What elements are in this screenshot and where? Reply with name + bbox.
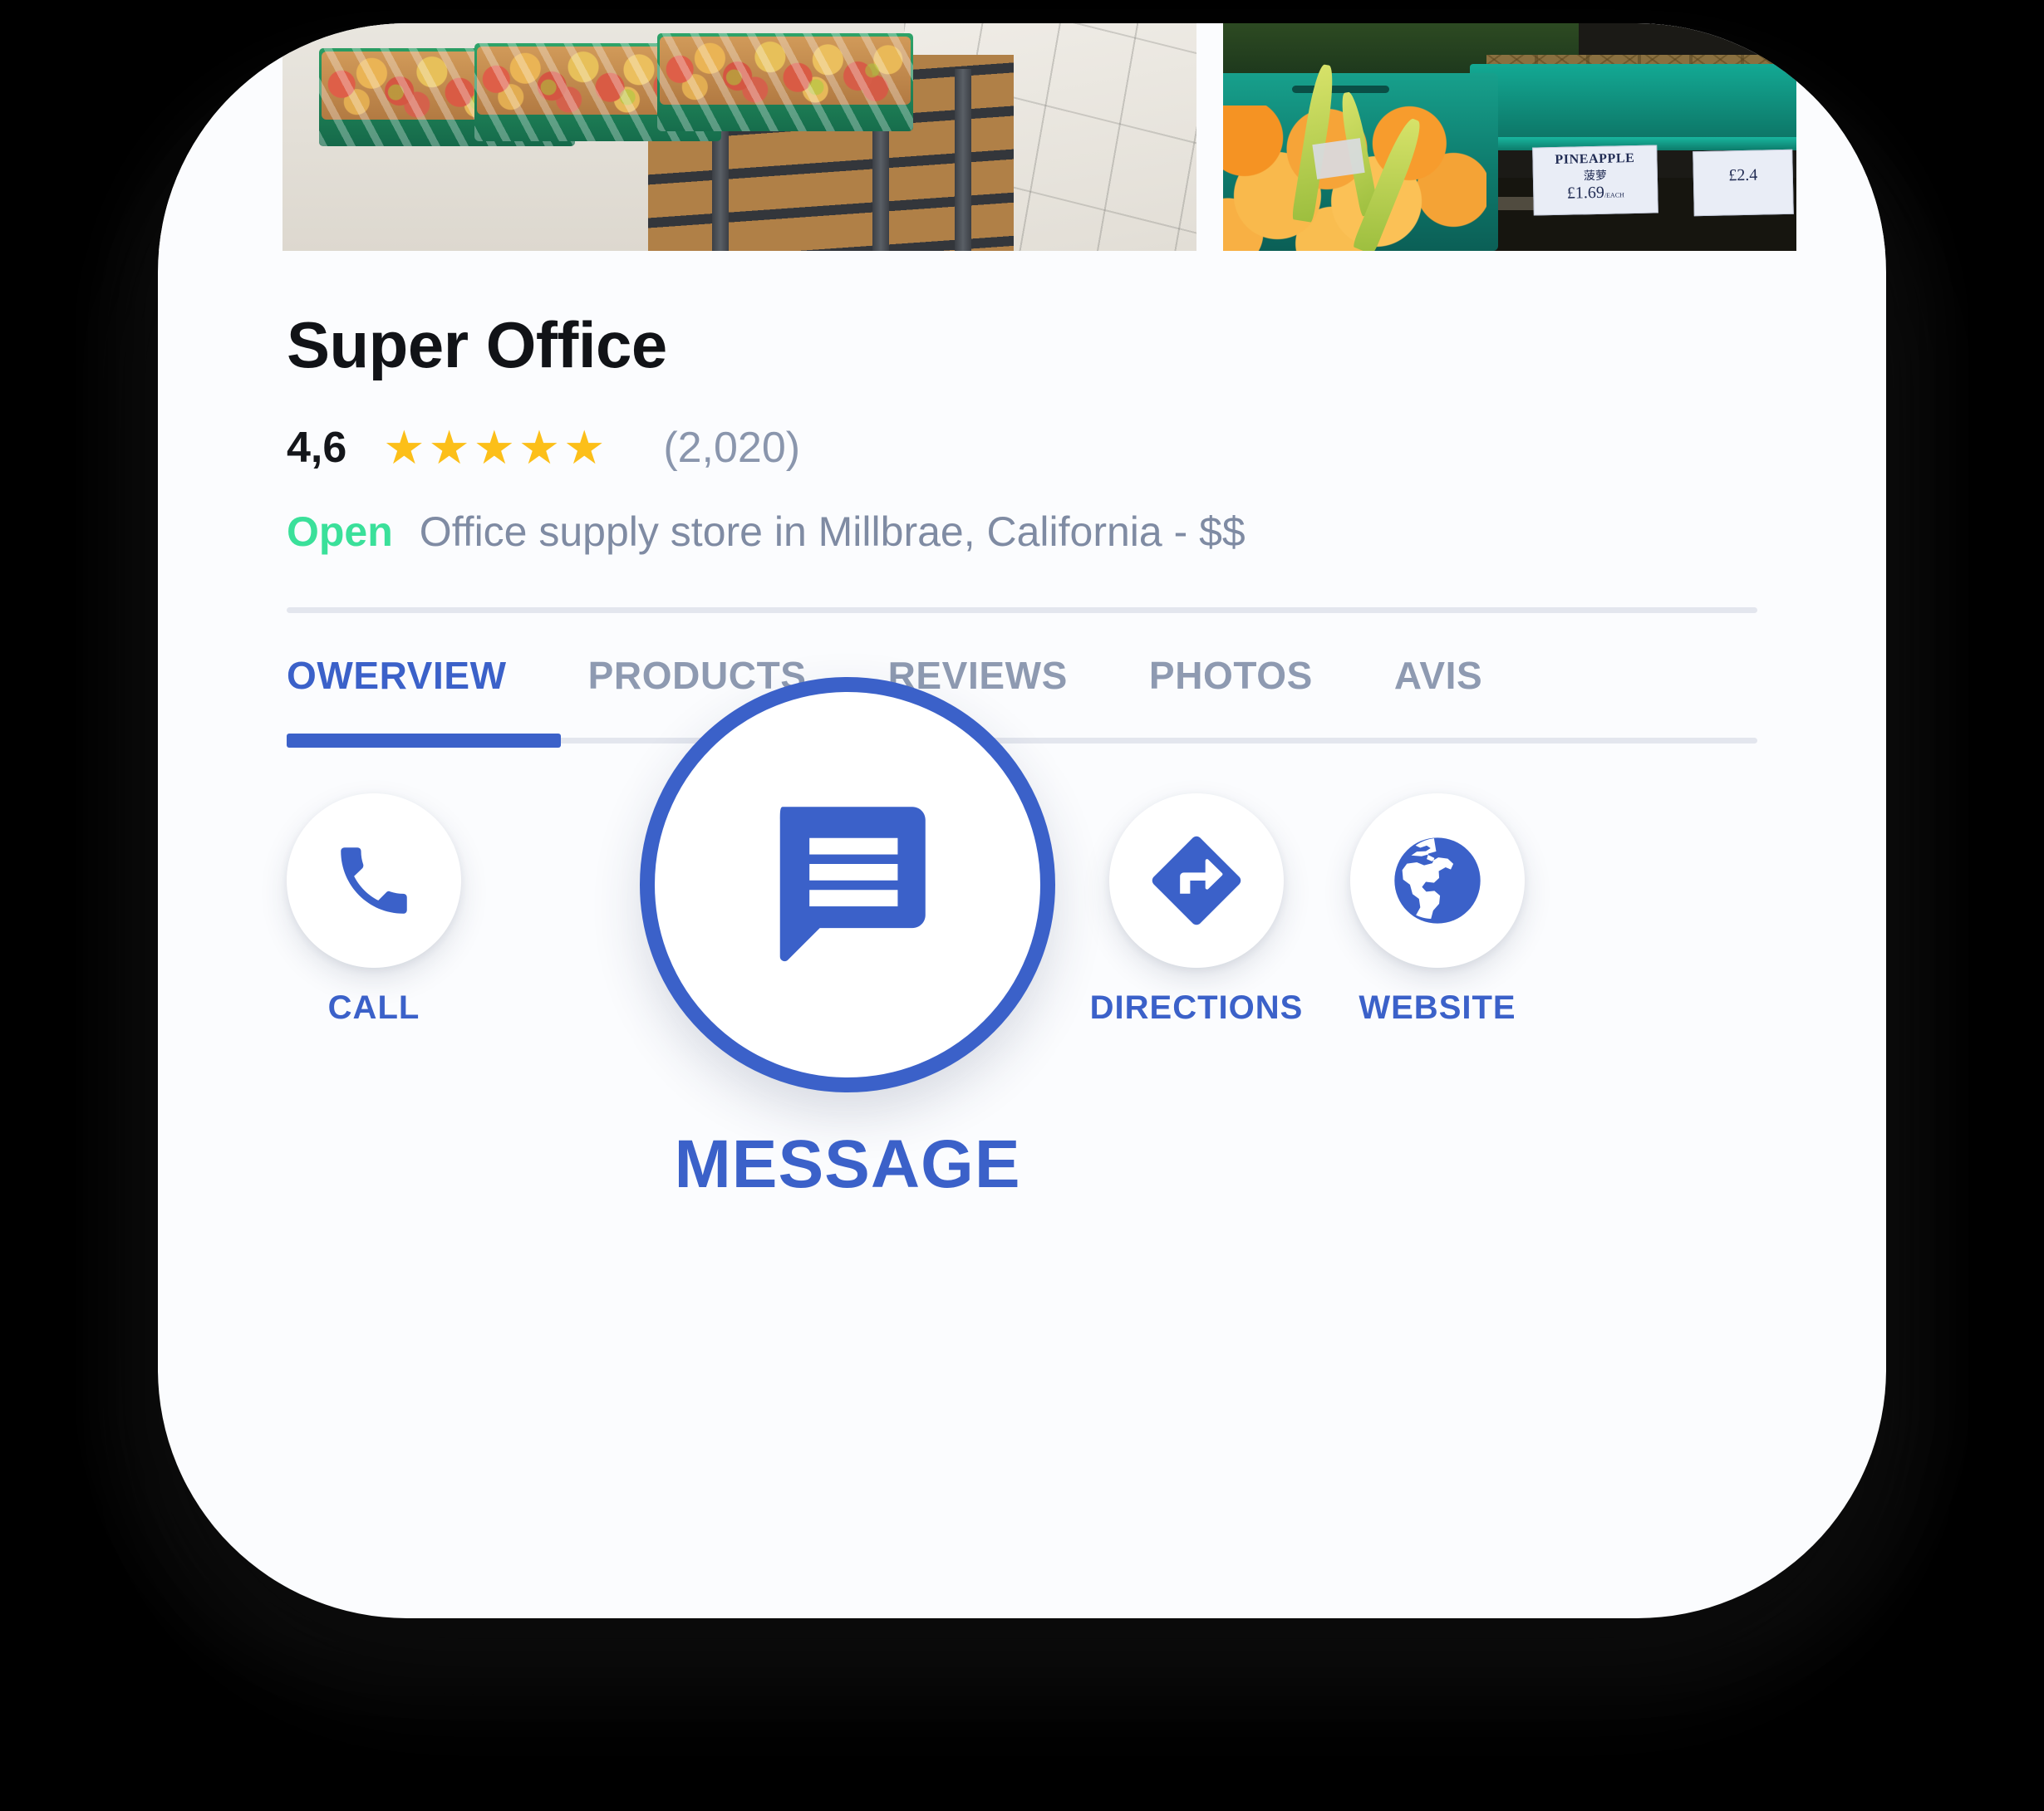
- business-description: Office supply store in Millbrae, Califor…: [419, 508, 1246, 555]
- star-icon: ★: [563, 420, 606, 474]
- website-button-label: WEBSITE: [1359, 989, 1516, 1026]
- photo1-green-crate: [657, 33, 913, 131]
- photo-strip: PINEAPPLE 菠萝 £1.69/EACH £2.4: [158, 23, 1886, 251]
- card-content: Super Office 4,6 ★ ★ ★ ★ ★ (2,020) Open …: [158, 251, 1886, 1209]
- photo1-metal-post: [954, 68, 971, 251]
- photo1-plastic-wrap: [657, 33, 913, 131]
- second-sign-price: £2.4: [1727, 166, 1758, 185]
- message-button[interactable]: MESSAGE: [598, 677, 1097, 1204]
- directions-diamond-icon: [1146, 830, 1247, 931]
- globe-icon: [1386, 829, 1489, 932]
- chat-bubble-icon: [744, 781, 951, 989]
- star-icon: ★: [518, 420, 561, 474]
- section-divider: [287, 607, 1757, 613]
- directions-button-circle: [1109, 793, 1284, 968]
- message-button-circle: [640, 677, 1055, 1092]
- tab-photos[interactable]: PHOTOS: [1149, 653, 1313, 698]
- status-badge: Open: [287, 508, 393, 555]
- photo-thumbnail-citrus[interactable]: PINEAPPLE 菠萝 £1.69/EACH £2.4: [1223, 23, 1796, 251]
- photo2-pineapple-price-sign: PINEAPPLE 菠萝 £1.69/EACH: [1531, 145, 1658, 216]
- rating-value: 4,6: [287, 424, 347, 472]
- status-row: Open Office supply store in Millbrae, Ca…: [287, 508, 1886, 556]
- phone-icon: [330, 837, 418, 925]
- rating-row: 4,6 ★ ★ ★ ★ ★ (2,020): [287, 423, 1886, 473]
- screenshot-root: PINEAPPLE 菠萝 £1.69/EACH £2.4 Super Offic…: [0, 0, 2044, 1811]
- photo2-teal-crate-right: [1469, 64, 1796, 142]
- website-button[interactable]: WEBSITE: [1313, 793, 1562, 1027]
- call-button[interactable]: CALL: [249, 793, 499, 1027]
- directions-button-label: DIRECTIONS: [1089, 989, 1304, 1026]
- star-rating: ★ ★ ★ ★ ★: [383, 420, 606, 474]
- photo2-second-price-sign: £2.4: [1692, 150, 1794, 217]
- website-button-circle: [1350, 793, 1525, 968]
- business-profile-card: PINEAPPLE 菠萝 £1.69/EACH £2.4 Super Offic…: [158, 23, 1886, 1618]
- review-count[interactable]: (2,020): [663, 423, 800, 473]
- star-icon: ★: [383, 420, 425, 474]
- star-icon: ★: [428, 420, 470, 474]
- photo-thumbnail-apples[interactable]: [283, 23, 1196, 251]
- pineapple-sign-price: £1.69/EACH: [1534, 182, 1657, 204]
- tab-owerview[interactable]: OWERVIEW: [287, 653, 507, 698]
- tab-avis[interactable]: AVIS: [1394, 653, 1482, 698]
- call-button-circle: [287, 793, 461, 968]
- photo2-price-tag-small: [1312, 138, 1366, 180]
- call-button-label: CALL: [327, 989, 420, 1026]
- pineapple-sign-price-value: £1.69: [1566, 183, 1604, 203]
- action-button-row: CALL MESSAGE DIRECTIONS WEBSITE: [158, 677, 1886, 1209]
- message-button-label: MESSAGE: [674, 1126, 1021, 1202]
- business-name: Super Office: [287, 308, 667, 381]
- pineapple-sign-price-unit: /EACH: [1604, 191, 1624, 199]
- star-icon: ★: [473, 420, 515, 474]
- directions-button[interactable]: DIRECTIONS: [1072, 793, 1321, 1027]
